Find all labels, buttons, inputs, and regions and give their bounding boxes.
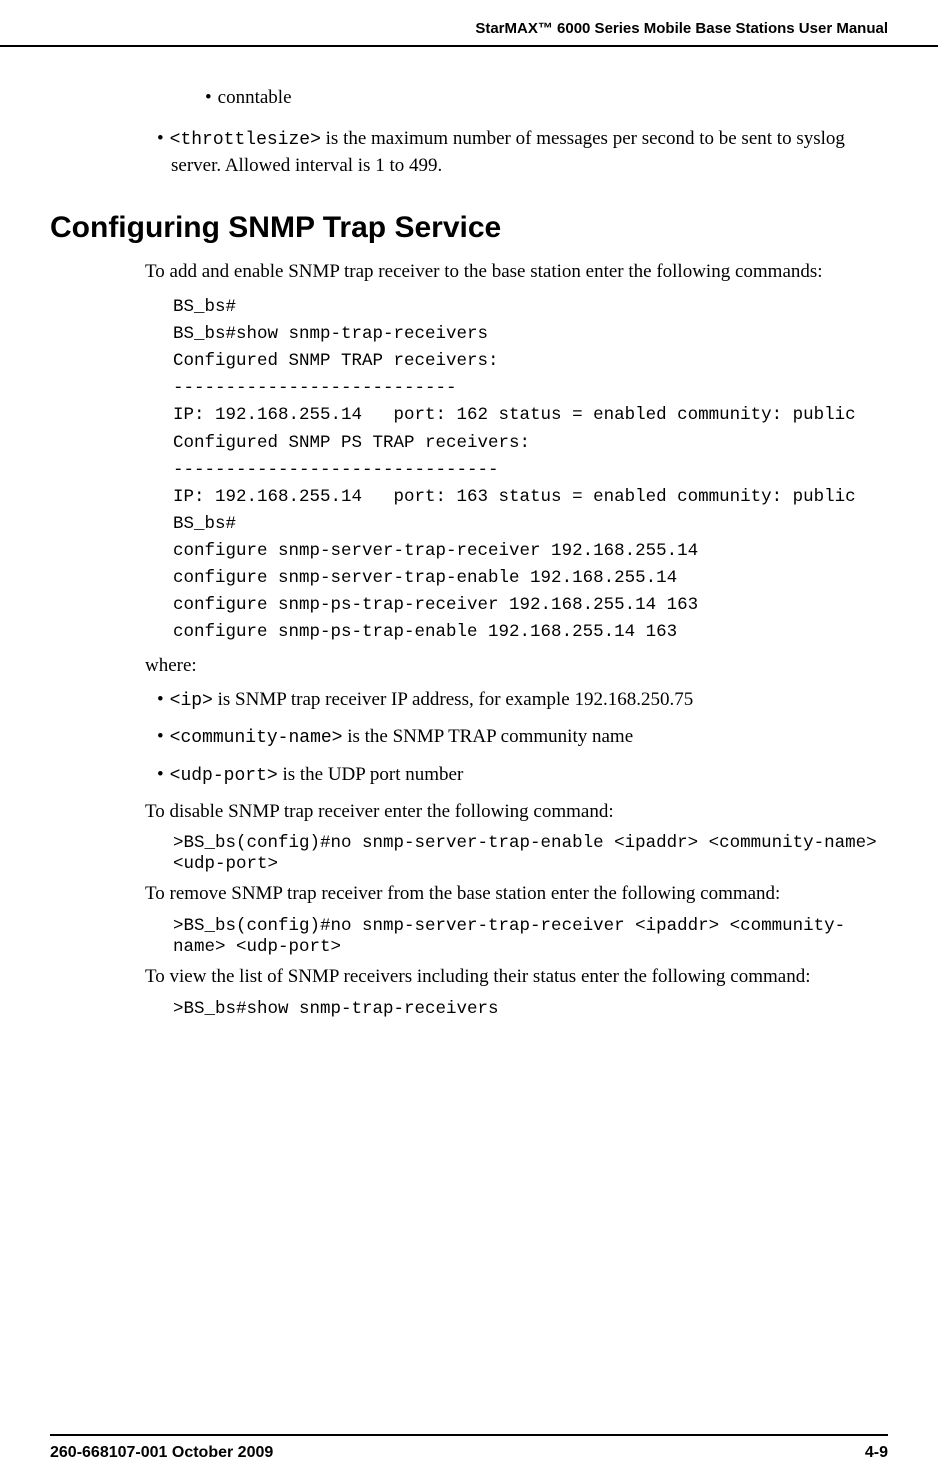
- page-header: StarMAX™ 6000 Series Mobile Base Station…: [475, 20, 888, 37]
- view-paragraph: To view the list of SNMP receivers inclu…: [145, 964, 888, 991]
- throttle-bullet-list: <throttlesize> is the maximum number of …: [157, 126, 888, 180]
- udp-port-text: is the UDP port number: [278, 764, 464, 785]
- view-code: >BS_bs#show snmp-trap-receivers: [173, 999, 888, 1020]
- where-label: where:: [145, 653, 888, 680]
- remove-code: >BS_bs(config)#no snmp-server-trap-recei…: [173, 916, 888, 958]
- snmp-commands-block: BS_bs# BS_bs#show snmp-trap-receivers Co…: [173, 294, 888, 647]
- footer-page-number: 4-9: [865, 1444, 888, 1462]
- sub-bullet-list: conntable: [205, 85, 888, 112]
- community-text: is the SNMP TRAP community name: [342, 726, 633, 747]
- remove-paragraph: To remove SNMP trap receiver from the ba…: [145, 881, 888, 908]
- ip-bullet: <ip> is SNMP trap receiver IP address, f…: [157, 687, 888, 714]
- community-code: <community-name>: [170, 728, 343, 748]
- section-heading: Configuring SNMP Trap Service: [50, 211, 888, 245]
- ip-text: is SNMP trap receiver IP address, for ex…: [213, 689, 693, 710]
- header-rule: [0, 45, 938, 47]
- footer-rule: [50, 1434, 888, 1436]
- content-area: conntable <throttlesize> is the maximum …: [50, 0, 888, 1020]
- disable-code: >BS_bs(config)#no snmp-server-trap-enabl…: [173, 833, 888, 875]
- page: StarMAX™ 6000 Series Mobile Base Station…: [0, 0, 938, 1480]
- footer-doc-id: 260-668107-001 October 2009: [50, 1444, 273, 1462]
- throttlesize-bullet: <throttlesize> is the maximum number of …: [157, 126, 888, 180]
- page-footer: 260-668107-001 October 2009 4-9: [0, 1434, 938, 1462]
- udp-port-code: <udp-port>: [170, 766, 278, 786]
- community-bullet: <community-name> is the SNMP TRAP commun…: [157, 724, 888, 751]
- footer-row: 260-668107-001 October 2009 4-9: [50, 1444, 888, 1462]
- where-bullet-list: <ip> is SNMP trap receiver IP address, f…: [157, 687, 888, 789]
- disable-paragraph: To disable SNMP trap receiver enter the …: [145, 799, 888, 826]
- ip-code: <ip>: [170, 691, 213, 711]
- udp-port-bullet: <udp-port> is the UDP port number: [157, 762, 888, 789]
- intro-paragraph: To add and enable SNMP trap receiver to …: [145, 259, 888, 286]
- conntable-bullet: conntable: [205, 85, 888, 112]
- throttlesize-code: <throttlesize>: [170, 130, 321, 150]
